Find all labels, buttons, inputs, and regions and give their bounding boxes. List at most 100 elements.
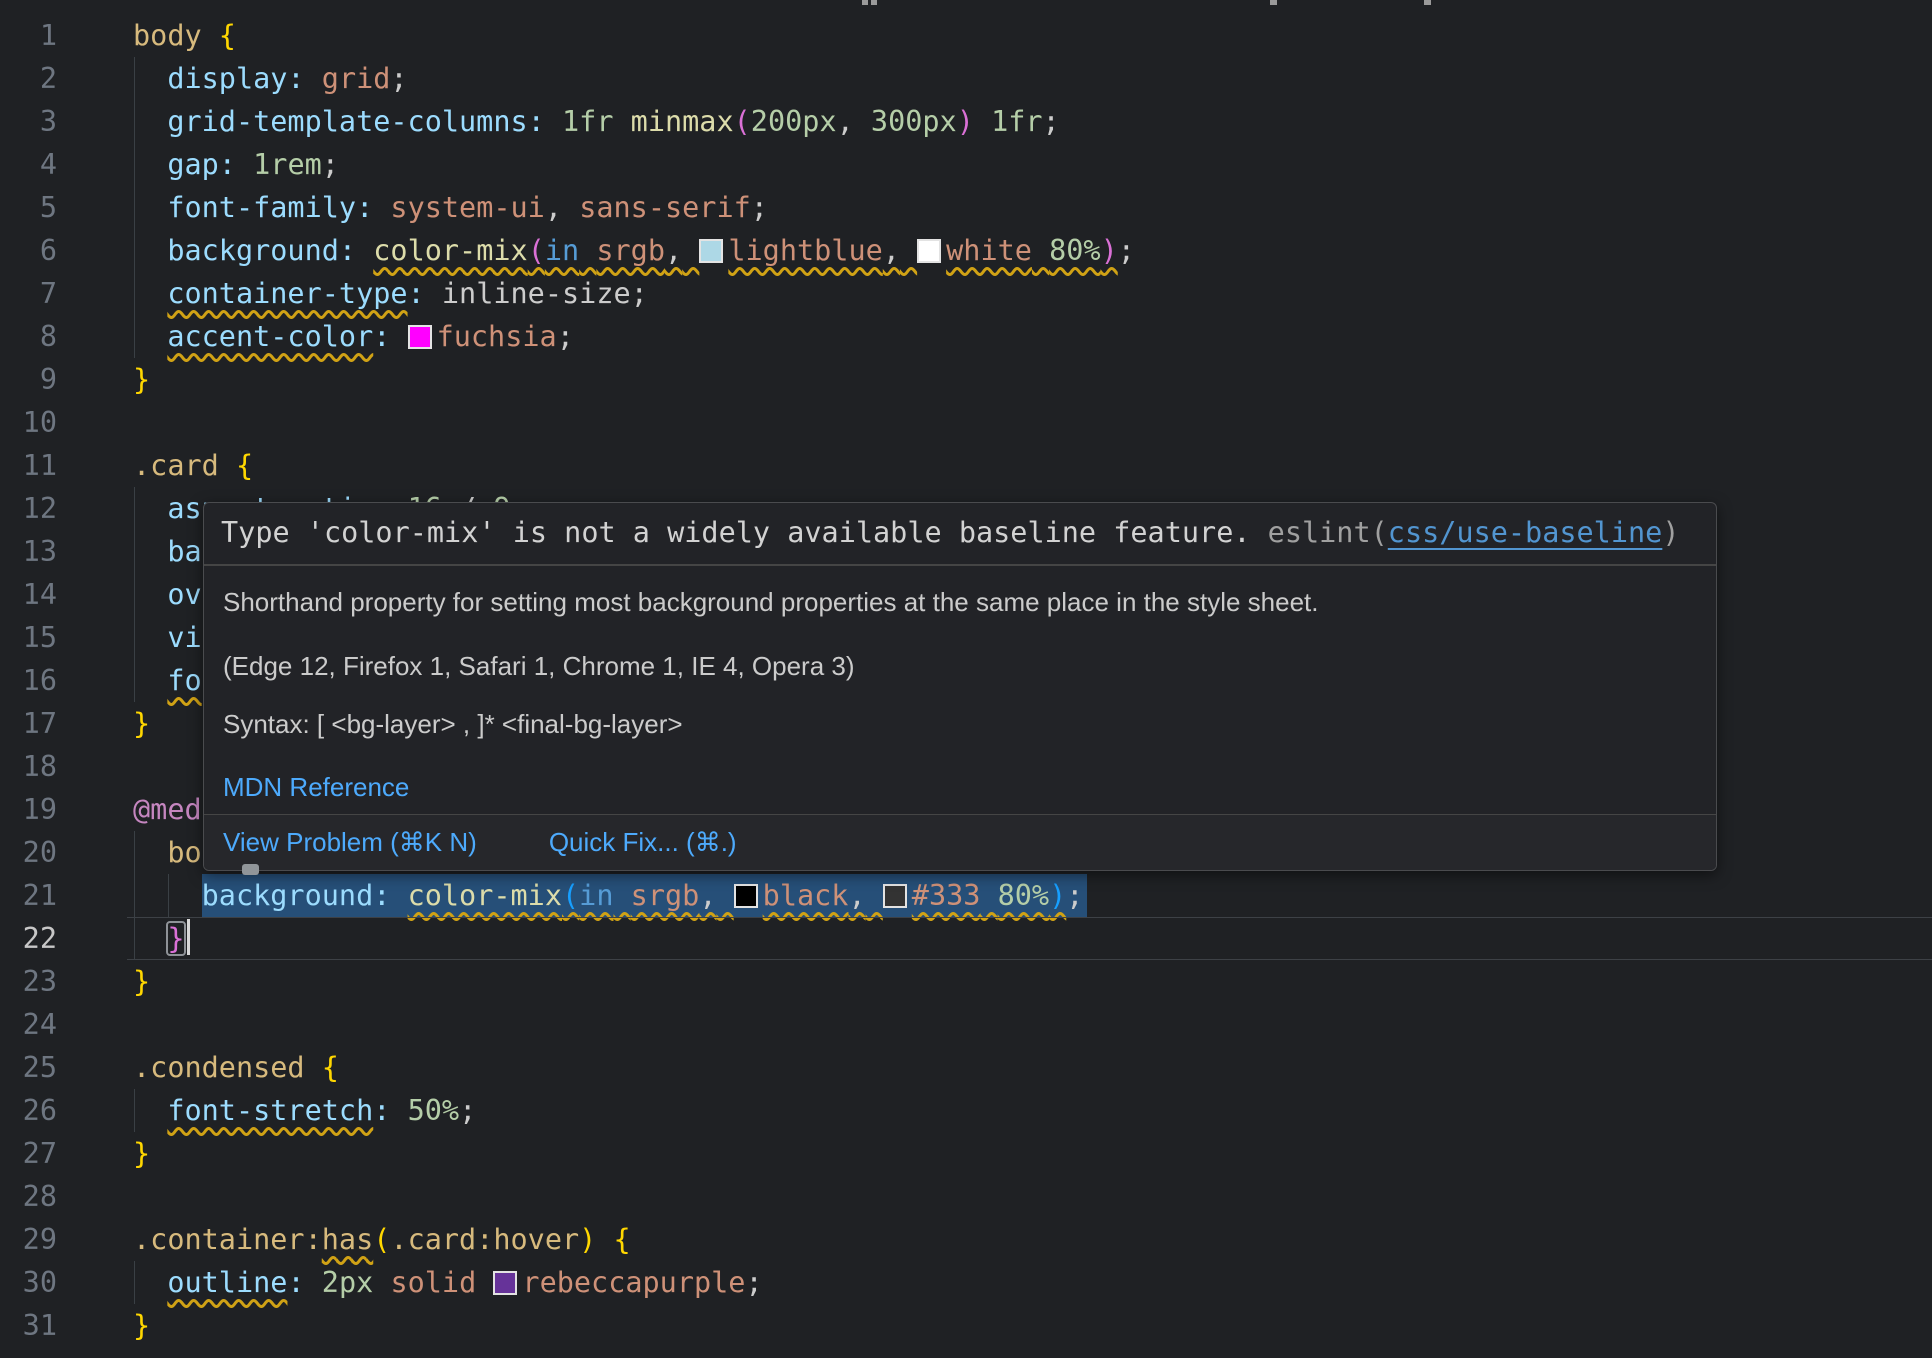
token: { (236, 449, 253, 482)
color-swatch[interactable] (734, 884, 758, 908)
token (854, 105, 871, 138)
token: display: (167, 62, 304, 95)
code-line[interactable]: 22 } (0, 917, 1932, 960)
token (614, 879, 631, 912)
line-content: background: color-mix(in srgb, black, #3… (133, 874, 1083, 917)
token: } (167, 922, 184, 955)
code-line[interactable]: 31} (0, 1304, 1932, 1347)
line-number[interactable]: 29 (0, 1218, 57, 1261)
line-number[interactable]: 22 (0, 917, 57, 960)
token (133, 234, 167, 267)
text-cursor (187, 919, 191, 955)
code-line[interactable]: 4 gap: 1rem; (0, 143, 1932, 186)
line-number[interactable]: 18 (0, 745, 57, 788)
property-description: Shorthand property for setting most back… (223, 587, 1319, 617)
code-editor[interactable]: 1body {2 display: grid;3 grid-template-c… (0, 0, 1932, 1358)
line-content: grid-template-columns: 1fr minmax(200px,… (133, 100, 1060, 143)
code-line[interactable]: 2 display: grid; (0, 57, 1932, 100)
code-line[interactable]: 30 outline: 2px solid rebeccapurple; (0, 1261, 1932, 1304)
token: bo (167, 836, 201, 869)
code-line[interactable]: 26 font-stretch: 50%; (0, 1089, 1932, 1132)
color-swatch[interactable] (917, 239, 941, 263)
line-number[interactable]: 5 (0, 186, 57, 229)
line-content: fo (133, 659, 202, 702)
code-line[interactable]: 11 .card { (0, 444, 1932, 487)
code-line[interactable]: 1body { (0, 14, 1932, 57)
token: ; (1066, 879, 1083, 912)
line-number[interactable]: 28 (0, 1175, 57, 1218)
code-line[interactable]: 7 container-type: inline-size; (0, 272, 1932, 315)
diagnostic-text: Type 'color-mix' is not a widely availab… (221, 516, 1268, 549)
token: ; (322, 148, 339, 181)
line-number[interactable]: 8 (0, 315, 57, 358)
line-number[interactable]: 13 (0, 530, 57, 573)
code-line[interactable]: 10 (0, 401, 1932, 444)
code-line[interactable]: 23} (0, 960, 1932, 1003)
mdn-reference-link[interactable]: MDN Reference (223, 772, 409, 802)
token (133, 1266, 167, 1299)
token: ; (1043, 105, 1060, 138)
token: solid (390, 1266, 476, 1299)
line-number[interactable]: 2 (0, 57, 57, 100)
line-number[interactable]: 19 (0, 788, 57, 831)
line-number[interactable]: 15 (0, 616, 57, 659)
line-content: .card { (133, 444, 253, 487)
code-line[interactable]: 21 background: color-mix(in srgb, black,… (0, 874, 1932, 917)
code-line[interactable]: 25.condensed { (0, 1046, 1932, 1089)
line-number[interactable]: 1 (0, 14, 57, 57)
token: .container: (133, 1223, 322, 1256)
token (356, 234, 373, 267)
code-line[interactable]: 24 (0, 1003, 1932, 1046)
line-number[interactable]: 31 (0, 1304, 57, 1347)
line-number[interactable]: 4 (0, 143, 57, 186)
line-number[interactable]: 3 (0, 100, 57, 143)
token: 2px (322, 1266, 373, 1299)
quick-fix-button[interactable]: Quick Fix... (⌘.) (549, 827, 737, 857)
code-line[interactable]: 8 accent-color: fuchsia; (0, 315, 1932, 358)
token: #333 (912, 879, 981, 912)
line-number[interactable]: 30 (0, 1261, 57, 1304)
token (373, 191, 390, 224)
code-line[interactable]: 9} (0, 358, 1932, 401)
line-number[interactable]: 6 (0, 229, 57, 272)
code-line[interactable]: 28 (0, 1175, 1932, 1218)
code-line[interactable]: 5 font-family: system-ui, sans-serif; (0, 186, 1932, 229)
line-number[interactable]: 9 (0, 358, 57, 401)
line-number[interactable]: 20 (0, 831, 57, 874)
code-line[interactable]: 3 grid-template-columns: 1fr minmax(200p… (0, 100, 1932, 143)
diagnostic-rule-link[interactable]: css/use-baseline (1388, 516, 1663, 549)
token: : (408, 277, 425, 310)
color-swatch[interactable] (493, 1271, 517, 1295)
color-swatch[interactable] (408, 325, 432, 349)
hover-resize-grip[interactable] (242, 864, 259, 875)
color-swatch[interactable] (883, 884, 907, 908)
token: color-mix (373, 234, 527, 267)
line-number[interactable]: 16 (0, 659, 57, 702)
code-line[interactable]: 27} (0, 1132, 1932, 1175)
code-line[interactable]: 29.container:has(.card:hover) { (0, 1218, 1932, 1261)
line-number[interactable]: 14 (0, 573, 57, 616)
view-problem-button[interactable]: View Problem (⌘K N) (223, 827, 477, 857)
line-number[interactable]: 27 (0, 1132, 57, 1175)
line-number[interactable]: 12 (0, 487, 57, 530)
line-number[interactable]: 25 (0, 1046, 57, 1089)
code-line[interactable]: 6 background: color-mix(in srgb, lightbl… (0, 229, 1932, 272)
line-number[interactable]: 21 (0, 874, 57, 917)
token: outline (167, 1266, 287, 1299)
token: accent-color (167, 320, 373, 353)
line-number[interactable]: 24 (0, 1003, 57, 1046)
line-number[interactable]: 17 (0, 702, 57, 745)
token: , (545, 191, 562, 224)
line-number[interactable]: 11 (0, 444, 57, 487)
line-number[interactable]: 26 (0, 1089, 57, 1132)
token: : (373, 1094, 390, 1127)
token: , (848, 879, 865, 912)
token (133, 191, 167, 224)
line-number[interactable]: 23 (0, 960, 57, 1003)
color-swatch[interactable] (699, 239, 723, 263)
token (133, 621, 167, 654)
line-number[interactable]: 10 (0, 401, 57, 444)
token: grid (322, 62, 391, 95)
line-number[interactable]: 7 (0, 272, 57, 315)
token (390, 879, 407, 912)
